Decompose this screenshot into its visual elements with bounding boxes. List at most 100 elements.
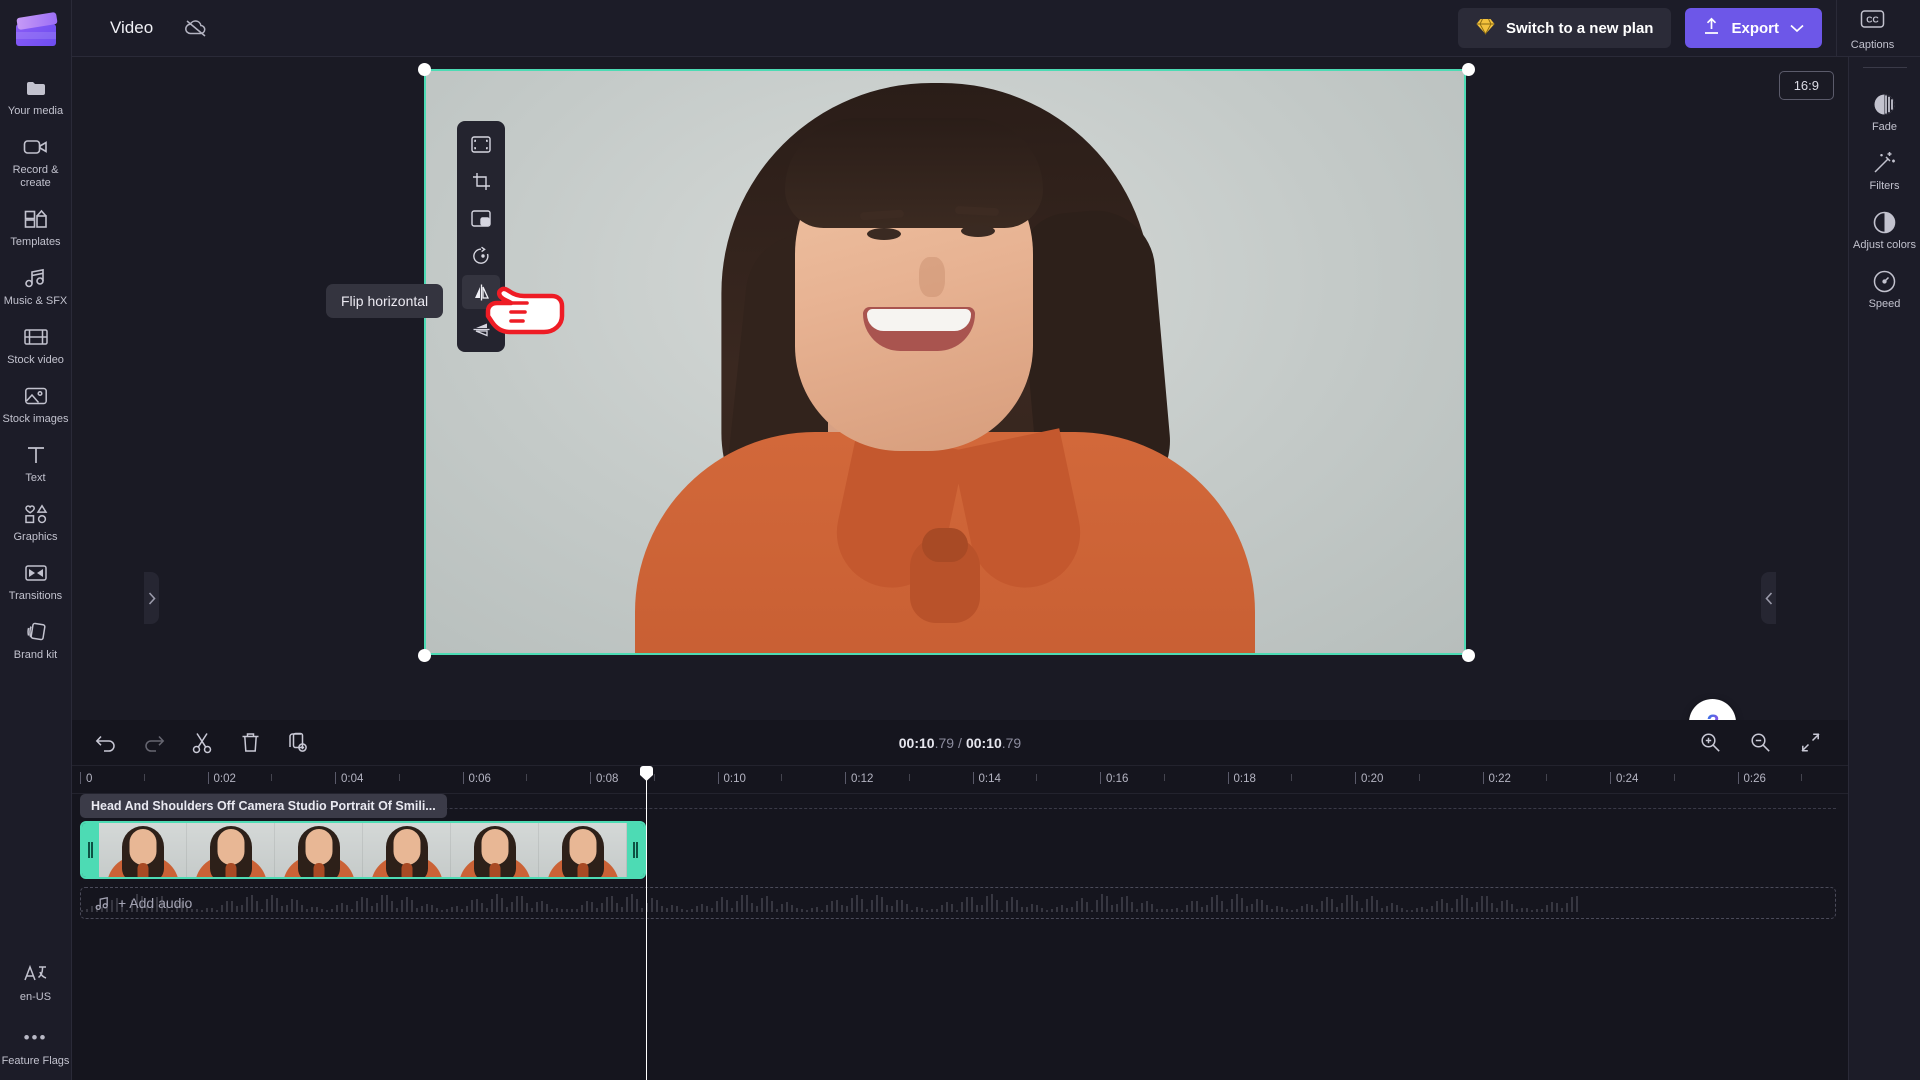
ruler-tick <box>1737 772 1739 784</box>
ruler-tick-label: 0:14 <box>978 773 1001 785</box>
sidebar-item-label: Adjust colors <box>1853 239 1916 251</box>
selection-handle-bottom-left[interactable] <box>418 649 431 662</box>
film-strip-icon <box>2 324 70 350</box>
timecode-separator: / <box>958 734 962 751</box>
sidebar-item-graphics[interactable]: Graphics <box>0 492 72 551</box>
sidebar-item-transitions[interactable]: Transitions <box>0 551 72 610</box>
zoom-out-icon[interactable] <box>1748 731 1772 755</box>
clip-thumbnail <box>451 823 539 877</box>
text-icon <box>2 442 70 468</box>
ruler-tick <box>972 772 974 784</box>
ruler-tick-label: 0:12 <box>851 773 874 785</box>
sidebar-item-speed[interactable]: Speed <box>1849 259 1920 318</box>
ruler-tick-minor <box>271 774 273 781</box>
sidebar-item-adjust-colors[interactable]: Adjust colors <box>1849 200 1920 259</box>
aspect-ratio-badge[interactable]: 16:9 <box>1778 71 1834 100</box>
sidebar-item-fade[interactable]: Fade <box>1849 82 1920 141</box>
sidebar-item-label: Speed <box>1868 298 1901 310</box>
sidebar-item-label: Fade <box>1871 121 1898 133</box>
trim-handle-left[interactable] <box>82 823 99 877</box>
total-time-frac: .79 <box>1001 734 1022 751</box>
add-audio-track[interactable]: + Add audio <box>80 887 1836 919</box>
sidebar-item-language[interactable]: en-US <box>0 952 72 1016</box>
fit-timeline-icon[interactable] <box>1798 731 1822 755</box>
fit-frame-icon[interactable] <box>462 127 500 161</box>
timeline-playhead[interactable] <box>640 766 653 1080</box>
undo-button[interactable] <box>94 731 118 755</box>
sidebar-item-templates[interactable]: Templates <box>0 197 72 256</box>
zoom-in-icon[interactable] <box>1698 731 1722 755</box>
current-time-frac: .79 <box>934 734 955 751</box>
clipchamp-editor: Your media Record & create Templates Mus… <box>0 0 1920 1080</box>
clipchamp-logo[interactable] <box>14 10 58 50</box>
delete-button[interactable] <box>238 731 262 755</box>
ruler-tick-minor <box>143 774 145 781</box>
export-button[interactable]: Export <box>1685 8 1822 48</box>
ruler-tick-minor <box>1673 774 1675 781</box>
sidebar-item-brand-kit[interactable]: Brand kit <box>0 610 72 669</box>
ruler-tick-label: 0:04 <box>341 773 364 785</box>
ruler-tick-minor <box>908 774 910 781</box>
clip-thumbnail <box>275 823 363 877</box>
sidebar-item-record-create[interactable]: Record & create <box>0 125 72 197</box>
collapse-left-panel-button[interactable] <box>144 572 159 624</box>
ruler-tick <box>80 772 81 784</box>
timeline-toolbar: 00:10.79/00:10.79 <box>72 720 1848 766</box>
audio-waveform <box>81 894 1835 912</box>
image-icon <box>2 383 70 409</box>
sidebar-item-stock-images[interactable]: Stock images <box>0 374 72 433</box>
timeline-ruler[interactable]: 0 0:02 0:04 0:06 0:08 0:10 0:12 0:14 0:16 0:18 0:2… <box>72 766 1848 794</box>
sidebar-item-text[interactable]: Text <box>0 433 72 492</box>
contrast-icon <box>1851 209 1919 235</box>
rotate-icon[interactable] <box>462 238 500 272</box>
ruler-tick-label: 0:06 <box>468 773 491 785</box>
trim-handle-right[interactable] <box>627 823 644 877</box>
selection-handle-top-right[interactable] <box>1462 63 1475 76</box>
selection-handle-top-left[interactable] <box>418 63 431 76</box>
ruler-tick-label: 0:20 <box>1361 773 1384 785</box>
sidebar-item-label: Stock video <box>7 354 64 366</box>
sidebar-item-feature-flags[interactable]: ••• Feature Flags <box>0 1016 72 1080</box>
collapse-right-panel-button[interactable] <box>1761 572 1776 624</box>
ruler-tick <box>845 772 846 784</box>
export-label: Export <box>1731 19 1779 37</box>
top-bar-actions: Switch to a new plan Export CC Captions <box>1457 0 1920 57</box>
ruler-tick <box>1100 772 1101 784</box>
total-time: 00:10 <box>965 734 1002 751</box>
clip-thumbnail <box>539 823 627 877</box>
music-note-icon <box>95 896 110 911</box>
ruler-tick <box>207 772 209 784</box>
templates-icon <box>2 206 70 232</box>
sidebar-item-stock-video[interactable]: Stock video <box>0 315 72 374</box>
camera-icon <box>2 134 70 160</box>
crop-icon[interactable] <box>462 164 500 198</box>
redo-button[interactable] <box>142 731 166 755</box>
timeline-tracks: Head And Shoulders Off Camera Studio Por… <box>72 794 1848 944</box>
transitions-icon <box>2 560 70 586</box>
cloud-off-icon[interactable] <box>183 17 209 39</box>
ruler-tick-label: 0:08 <box>596 773 619 785</box>
sidebar-item-filters[interactable]: Filters <box>1849 141 1920 200</box>
video-clip[interactable] <box>80 821 646 879</box>
sidebar-item-music-sfx[interactable]: Music & SFX <box>0 256 72 315</box>
pip-icon[interactable] <box>462 201 500 235</box>
captions-button[interactable]: CC Captions <box>1836 0 1908 57</box>
ruler-tick-minor <box>1418 774 1420 781</box>
sidebar-item-your-media[interactable]: Your media <box>0 66 72 125</box>
video-preview[interactable] <box>424 69 1466 655</box>
ruler-tick-label: 0:16 <box>1106 773 1129 785</box>
project-title[interactable]: Video <box>110 18 153 38</box>
timeline-zoom-tools <box>1698 731 1834 755</box>
fade-icon <box>1851 91 1919 117</box>
sidebar-item-label: Feature Flags <box>1 1055 70 1067</box>
switch-plan-button[interactable]: Switch to a new plan <box>1457 8 1672 48</box>
sidebar-item-label: Record & create <box>12 164 59 189</box>
selection-handle-bottom-right[interactable] <box>1462 649 1475 662</box>
split-button[interactable] <box>190 731 214 755</box>
clip-thumbnails <box>99 823 627 877</box>
sidebar-item-label: Your media <box>7 105 64 117</box>
ruler-tick-minor <box>1801 774 1803 781</box>
duplicate-button[interactable] <box>286 731 310 755</box>
clip-thumbnail <box>99 823 187 877</box>
ruler-tick <box>1355 772 1356 784</box>
